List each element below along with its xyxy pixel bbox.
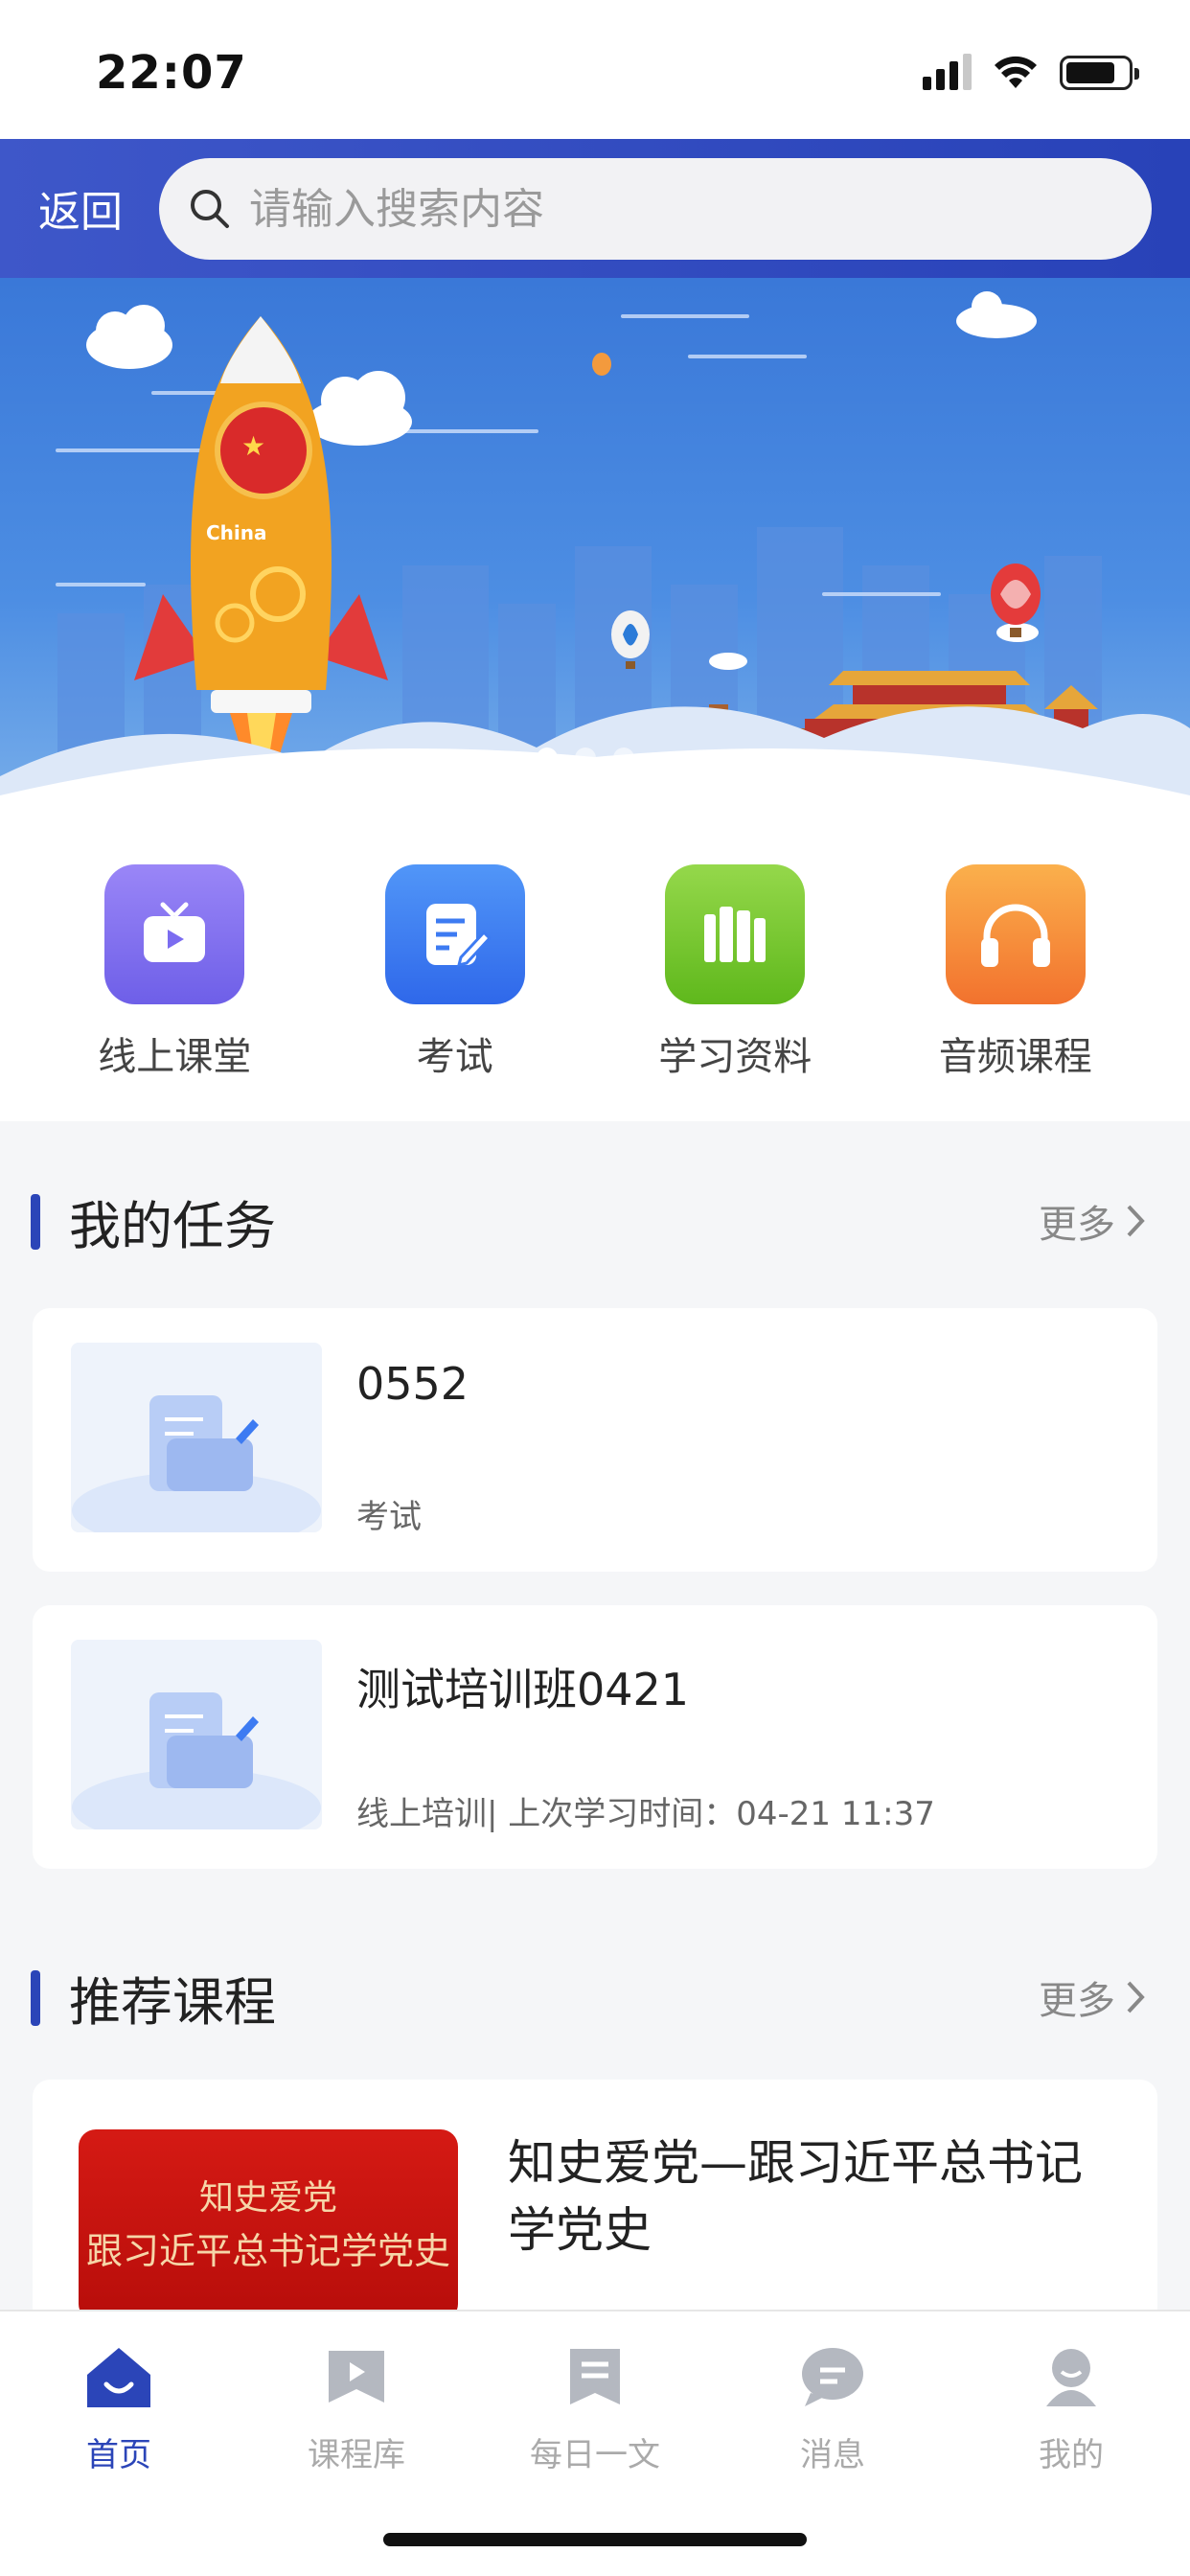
quick-entry-label: 考试 (416, 1035, 493, 1079)
search-box[interactable] (159, 158, 1152, 260)
task-thumbnail (71, 1640, 322, 1829)
tab-label: 消息 (800, 2436, 865, 2474)
tab-label: 课程库 (308, 2436, 405, 2474)
exam-edit-icon (384, 864, 525, 1004)
home-icon (80, 2338, 157, 2415)
svg-text:★: ★ (241, 430, 265, 462)
task-title: 测试培训班0421 (356, 1664, 690, 1715)
more-label: 更多 (1039, 1979, 1115, 2023)
home-indicator (383, 2533, 807, 2546)
carousel-indicator[interactable] (537, 748, 634, 769)
profile-icon (1033, 2338, 1110, 2415)
course-card[interactable]: 知史爱党 跟习近平总书记学党史 知史爱党—跟习近平总书记学党史 (33, 2080, 1157, 2310)
section-title-text: 推荐课程 (69, 1972, 276, 2033)
quick-entry-row: 线上课堂 考试 学习资料 音频课程 (0, 815, 1190, 1121)
books-icon (665, 864, 806, 1004)
course-cover-line1: 知史爱党 (198, 2178, 337, 2218)
status-icons (923, 54, 1139, 90)
course-cover-line2: 跟习近平总书记学党史 (85, 2230, 450, 2272)
cellular-signal-icon (923, 54, 972, 90)
tab-messages[interactable]: 消息 (737, 2338, 928, 2475)
tab-label: 我的 (1039, 2436, 1104, 2474)
tab-course-library[interactable]: 课程库 (261, 2338, 452, 2475)
scroll-document-icon (72, 1692, 321, 1829)
recommend-section-title: 推荐课程 (31, 1960, 276, 2036)
carousel-dot[interactable] (613, 748, 634, 769)
svg-text:China: China (206, 521, 267, 544)
quick-entry-label: 线上课堂 (98, 1035, 252, 1079)
carousel-dot-active[interactable] (537, 748, 558, 769)
quick-entry-audio[interactable]: 音频课程 (901, 864, 1131, 1121)
section-accent-bar (31, 1193, 40, 1250)
daily-article-icon (557, 2338, 633, 2415)
chevron-right-icon (1127, 1205, 1145, 1237)
course-library-icon (318, 2338, 395, 2415)
quick-entry-label: 音频课程 (938, 1035, 1092, 1079)
tab-profile[interactable]: 我的 (975, 2338, 1167, 2475)
headphones-icon (945, 864, 1086, 1004)
task-subtitle: 线上培训| 上次学习时间：04-21 11:37 (356, 1795, 935, 1833)
search-icon (191, 190, 229, 228)
scroll-document-icon (72, 1395, 321, 1532)
tv-icon (104, 864, 245, 1004)
section-title-text: 我的任务 (69, 1196, 276, 1256)
course-title: 知史爱党—跟习近平总书记学党史 (508, 2135, 1083, 2258)
tab-daily-article[interactable]: 每日一文 (499, 2338, 691, 2475)
status-bar: 22:07 (0, 0, 1190, 139)
tab-home[interactable]: 首页 (23, 2338, 215, 2475)
quick-entry-exam[interactable]: 考试 (340, 864, 570, 1121)
quick-entry-online-class[interactable]: 线上课堂 (59, 864, 289, 1121)
back-button[interactable]: 返回 (38, 177, 123, 239)
task-thumbnail (71, 1343, 322, 1532)
status-time: 22:07 (96, 46, 247, 100)
tab-label: 每日一文 (530, 2436, 660, 2474)
recommend-more-link[interactable]: 更多 (1039, 1969, 1146, 2025)
quick-entry-label: 学习资料 (658, 1035, 812, 1079)
battery-icon (1060, 56, 1139, 90)
chevron-right-icon (1127, 1981, 1145, 2013)
quick-entry-materials[interactable]: 学习资料 (620, 864, 850, 1121)
tasks-section-title: 我的任务 (31, 1184, 276, 1259)
message-icon (794, 2338, 871, 2415)
more-label: 更多 (1039, 1203, 1115, 1247)
header: 返回 (0, 139, 1190, 278)
banner-illustration: ★ China (0, 291, 1190, 815)
task-title: 0552 (356, 1358, 469, 1410)
banner-carousel[interactable]: ★ China (0, 278, 1190, 815)
section-accent-bar (31, 1969, 40, 2026)
carousel-dot[interactable] (575, 748, 596, 769)
task-card[interactable]: 测试培训班0421 线上培训| 上次学习时间：04-21 11:37 (33, 1605, 1157, 1869)
tasks-more-link[interactable]: 更多 (1039, 1193, 1146, 1249)
search-input[interactable] (249, 184, 1111, 234)
tab-label: 首页 (86, 2436, 151, 2474)
task-subtitle: 考试 (356, 1498, 422, 1536)
wifi-icon (995, 56, 1037, 88)
task-card[interactable]: 0552 考试 (33, 1308, 1157, 1572)
course-cover-image: 知史爱党 跟习近平总书记学党史 (79, 2129, 458, 2310)
